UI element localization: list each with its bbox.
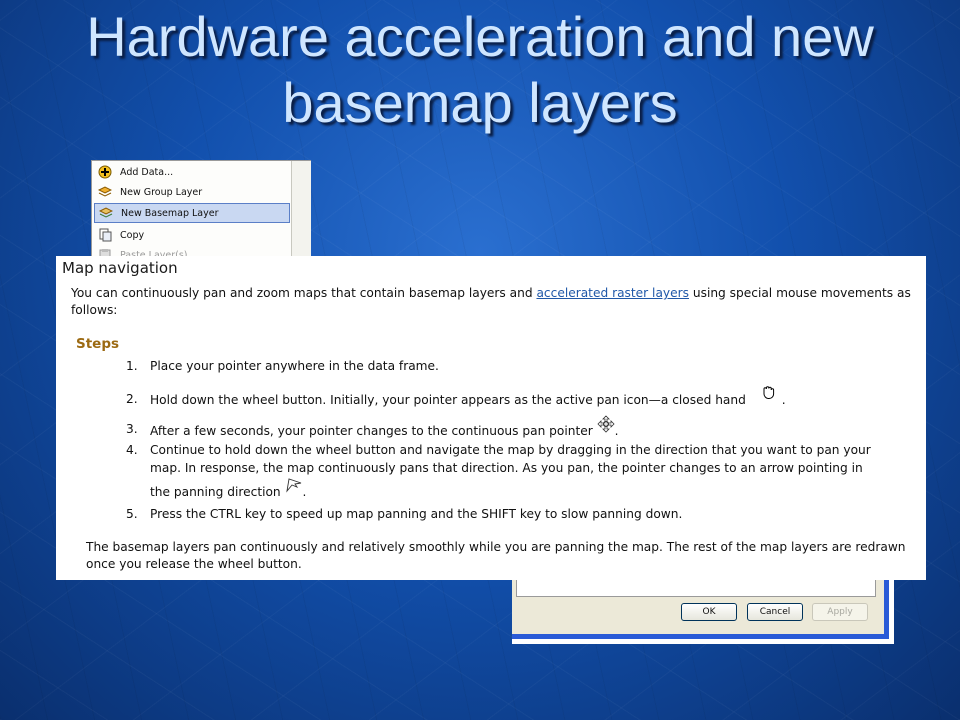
- add-data-icon: [97, 165, 113, 179]
- step-number: 4.: [126, 443, 138, 457]
- menu-item-label: New Basemap Layer: [121, 207, 219, 219]
- slide-title-line-1: Hardware acceleration and new: [86, 5, 874, 68]
- help-title: Map navigation: [62, 259, 178, 277]
- help-intro: You can continuously pan and zoom maps t…: [71, 285, 911, 319]
- step-text-line-1: Continue to hold down the wheel button a…: [150, 443, 871, 457]
- copy-icon: [97, 228, 113, 242]
- step-suffix: .: [781, 393, 786, 407]
- arrow-pointer-icon: [285, 477, 303, 498]
- menu-item-add-data[interactable]: Add Data...: [94, 162, 290, 182]
- closed-hand-icon: [760, 384, 778, 405]
- step-number: 3.: [126, 422, 138, 436]
- step-number: 1.: [126, 359, 138, 373]
- step-suffix: .: [614, 424, 619, 438]
- step-number: 2.: [126, 392, 138, 406]
- menu-item-label: Add Data...: [120, 166, 174, 178]
- ok-button[interactable]: OK: [681, 603, 737, 621]
- step-text: Press the CTRL key to speed up map panni…: [150, 507, 683, 521]
- slide-title: Hardware acceleration and new basemap la…: [40, 4, 920, 136]
- menu-item-copy[interactable]: Copy: [94, 225, 290, 245]
- steps-heading: Steps: [76, 336, 120, 352]
- help-outro: The basemap layers pan continuously and …: [86, 540, 906, 571]
- menu-item-label: Copy: [120, 229, 145, 241]
- step-text: Place your pointer anywhere in the data …: [150, 359, 439, 373]
- step-text: After a few seconds, your pointer change…: [150, 424, 593, 438]
- step-text-line-2: map. In response, the map continuously p…: [150, 461, 863, 475]
- apply-button[interactable]: Apply: [812, 603, 868, 621]
- accelerated-raster-layers-link[interactable]: accelerated raster layers: [536, 286, 689, 300]
- menu-item-new-group-layer[interactable]: New Group Layer: [94, 182, 290, 202]
- cancel-button[interactable]: Cancel: [747, 603, 803, 621]
- step-text: Hold down the wheel button. Initially, y…: [150, 393, 746, 407]
- step-number: 5.: [126, 507, 138, 521]
- context-menu: Add Data... New Group Layer New Basemap …: [91, 160, 311, 261]
- slide-title-line-2: basemap layers: [282, 71, 678, 134]
- menu-item-label: New Group Layer: [120, 186, 203, 198]
- step-text-line-3: the panning direction: [150, 485, 281, 499]
- step-suffix: .: [302, 485, 307, 499]
- help-panel: Map navigation You can continuously pan …: [56, 256, 926, 580]
- group-layer-icon: [97, 185, 113, 199]
- continuous-pan-icon: [597, 415, 615, 438]
- menu-item-new-basemap-layer[interactable]: New Basemap Layer: [94, 203, 290, 223]
- intro-text-start: You can continuously pan and zoom maps t…: [71, 286, 537, 300]
- basemap-layer-icon: [98, 206, 114, 220]
